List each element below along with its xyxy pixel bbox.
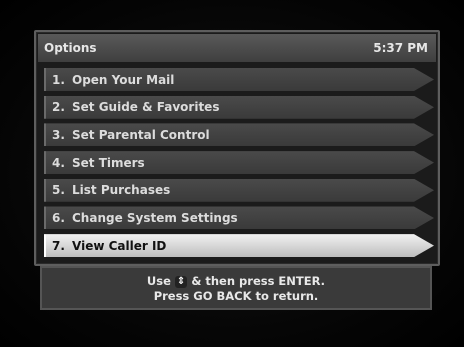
help-line-2: Press GO BACK to return. [153,289,319,303]
menu-item-view-caller-id[interactable]: 7. View Caller ID [44,234,434,258]
help-enter-text: & then press ENTER. [191,274,326,288]
menu-item-label: Open Your Mail [72,72,175,87]
tv-screen: Options 5:37 PM 1. Open Your Mail 2. Set… [0,0,464,347]
menu-item-number: 5. [52,183,65,198]
menu-item-label: Set Parental Control [72,127,210,142]
up-down-arrow-icon: ⇕ [174,275,188,288]
panel-header: Options 5:37 PM [38,34,436,62]
menu-item-number: 6. [52,210,65,225]
options-panel: Options 5:37 PM 1. Open Your Mail 2. Set… [34,30,440,266]
menu-item-label: List Purchases [72,183,171,198]
menu-item-number: 3. [52,127,65,142]
clock: 5:37 PM [373,41,428,55]
menu-item-set-parental-control[interactable]: 3. Set Parental Control [44,123,434,147]
panel-title: Options [44,41,97,55]
menu-item-set-guide-favorites[interactable]: 2. Set Guide & Favorites [44,95,434,119]
menu-item-number: 7. [52,238,65,253]
menu-item-number: 4. [52,155,65,170]
help-line-1: Use ⇕ & then press ENTER. [42,274,430,289]
menu-item-list-purchases[interactable]: 5. List Purchases [44,178,434,202]
menu-item-label: Change System Settings [72,210,238,225]
menu-item-label: Set Guide & Favorites [72,100,220,115]
help-use-text: Use [146,274,171,288]
menu-item-set-timers[interactable]: 4. Set Timers [44,151,434,175]
menu-item-number: 1. [52,72,65,87]
options-menu: 1. Open Your Mail 2. Set Guide & Favorit… [44,68,434,262]
menu-item-label: View Caller ID [72,238,167,253]
menu-item-change-system-settings[interactable]: 6. Change System Settings [44,206,434,230]
menu-item-open-mail[interactable]: 1. Open Your Mail [44,68,434,91]
menu-item-label: Set Timers [72,155,145,170]
help-footer: Use ⇕ & then press ENTER. Press GO BACK … [40,266,432,310]
menu-item-number: 2. [52,100,65,115]
